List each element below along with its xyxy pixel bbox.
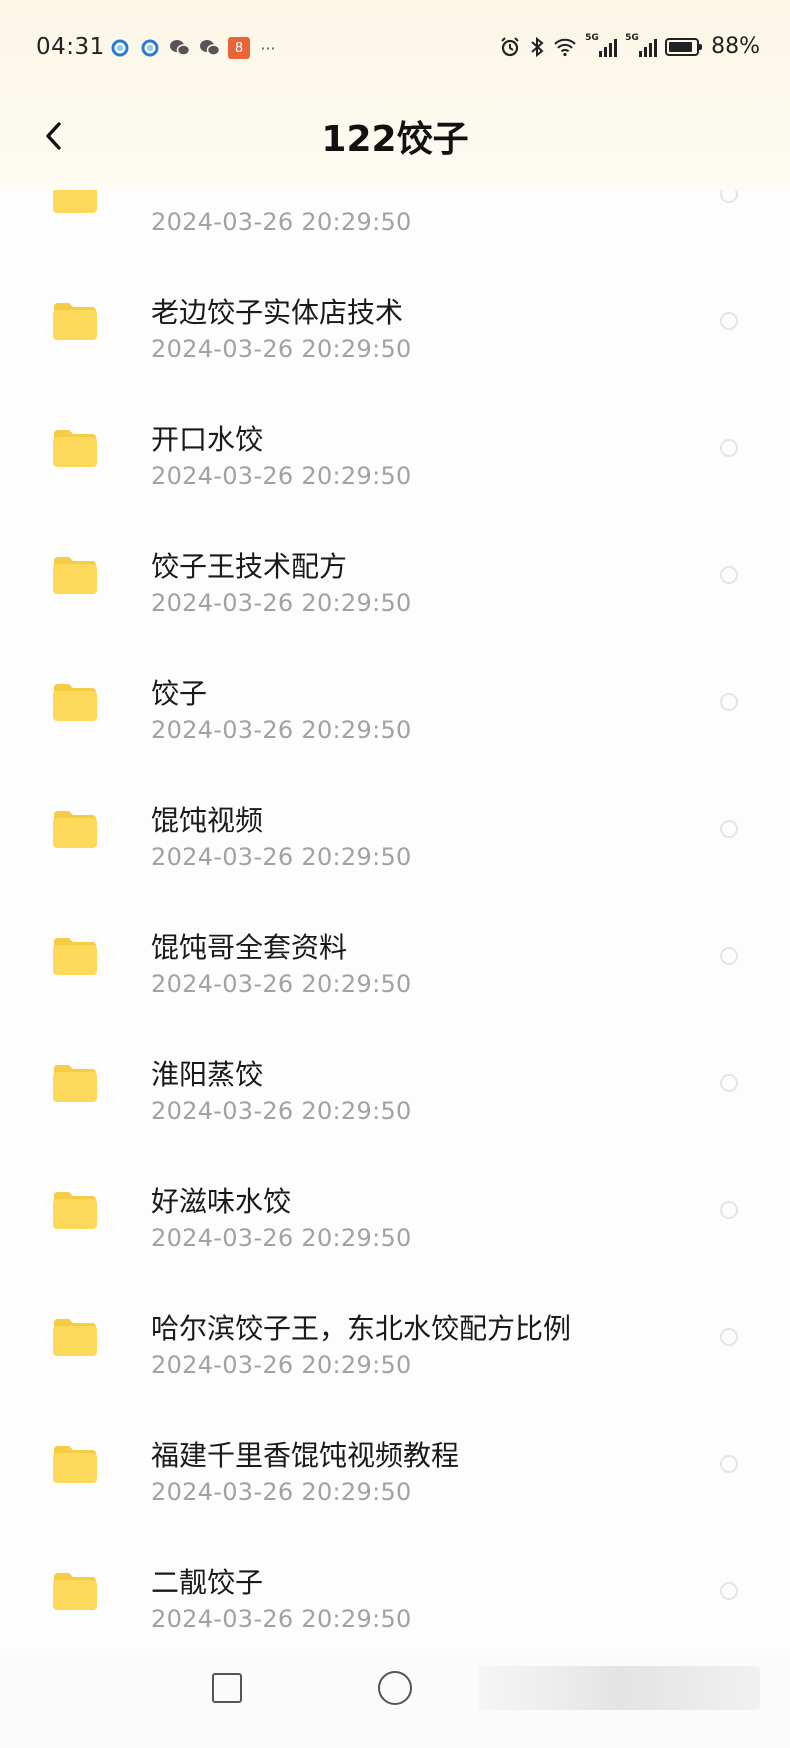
header: 122饺子 — [0, 100, 790, 180]
folder-icon — [53, 1446, 97, 1483]
folder-name: 老边饺子实体店技术 — [151, 296, 404, 329]
folder-item[interactable]: 开口水饺 2024-03-26 20:29:50 — [0, 384, 790, 511]
signal-icon: 5G — [585, 33, 618, 57]
folder-icon — [53, 303, 97, 340]
battery-level — [669, 41, 693, 52]
select-radio[interactable] — [720, 947, 738, 965]
folder-name: 馄饨视频 — [151, 804, 264, 837]
folder-date: 2024-03-26 20:29:50 — [151, 1351, 412, 1379]
status-time: 04:31 — [36, 34, 105, 60]
folder-date: 2024-03-26 20:29:50 — [151, 589, 412, 617]
select-radio[interactable] — [720, 1328, 738, 1346]
circle-notification-icon — [108, 36, 132, 60]
folder-icon — [53, 1192, 97, 1229]
folder-icon — [53, 811, 97, 848]
signal-icon: 5G — [625, 33, 658, 57]
folder-list[interactable]: 2024-03-26 20:29:50 老边饺子实体店技术 2024-03-26 2… — [0, 0, 790, 1650]
system-status-icons: 5G 5G 88% — [499, 33, 760, 59]
folder-item[interactable]: 馄饨哥全套资料 2024-03-26 20:29:50 — [0, 892, 790, 1019]
folder-icon — [53, 684, 97, 721]
select-radio[interactable] — [720, 820, 738, 838]
folder-item[interactable]: 好滋味水饺 2024-03-26 20:29:50 — [0, 1146, 790, 1273]
status-bar: 04:31 8 ··· 5G 5G 88% — [0, 0, 790, 100]
folder-name: 淮阳蒸饺 — [151, 1058, 264, 1091]
folder-date: 2024-03-26 20:29:50 — [151, 335, 412, 363]
folder-item[interactable]: 饺子 2024-03-26 20:29:50 — [0, 638, 790, 765]
wechat-icon — [198, 36, 222, 60]
select-radio[interactable] — [720, 1201, 738, 1219]
battery-icon — [665, 37, 703, 56]
more-icon: ··· — [260, 38, 276, 58]
folder-icon — [53, 1319, 97, 1356]
wechat-icon — [168, 36, 192, 60]
folder-item[interactable]: 福建千里香馄饨视频教程 2024-03-26 20:29:50 — [0, 1400, 790, 1527]
select-radio[interactable] — [720, 312, 738, 330]
folder-date: 2024-03-26 20:29:50 — [151, 208, 412, 236]
folder-item[interactable]: 淮阳蒸饺 2024-03-26 20:29:50 — [0, 1019, 790, 1146]
page-title: 122饺子 — [321, 119, 469, 160]
folder-name: 饺子王技术配方 — [151, 550, 348, 583]
folder-date: 2024-03-26 20:29:50 — [151, 1224, 412, 1252]
recent-apps-icon[interactable] — [212, 1673, 242, 1703]
folder-icon — [53, 430, 97, 467]
alarm-icon — [499, 36, 521, 58]
folder-date: 2024-03-26 20:29:50 — [151, 1478, 412, 1506]
blurred-region — [478, 1666, 760, 1710]
select-radio[interactable] — [720, 1582, 738, 1600]
folder-icon — [53, 1065, 97, 1102]
folder-date: 2024-03-26 20:29:50 — [151, 1097, 412, 1125]
folder-name: 二靓饺子 — [151, 1566, 264, 1599]
top-bar: 04:31 8 ··· 5G 5G 88% 122饺子 — [0, 0, 790, 190]
folder-name: 馄饨哥全套资料 — [151, 931, 348, 964]
wifi-icon — [553, 37, 577, 57]
select-radio[interactable] — [720, 693, 738, 711]
folder-icon — [53, 938, 97, 975]
folder-date: 2024-03-26 20:29:50 — [151, 462, 412, 490]
select-radio[interactable] — [720, 439, 738, 457]
app-notification-icon: 8 — [228, 37, 250, 59]
folder-date: 2024-03-26 20:29:50 — [151, 843, 412, 871]
home-icon[interactable] — [378, 1671, 412, 1705]
folder-name: 饺子 — [151, 677, 208, 710]
navigation-bar — [0, 1650, 790, 1748]
folder-item[interactable]: 馄饨视频 2024-03-26 20:29:50 — [0, 765, 790, 892]
folder-item[interactable]: 哈尔滨饺子王，东北水饺配方比例 2024-03-26 20:29:50 — [0, 1273, 790, 1400]
folder-item[interactable]: 老边饺子实体店技术 2024-03-26 20:29:50 — [0, 257, 790, 384]
circle-notification-icon — [138, 36, 162, 60]
folder-name: 福建千里香馄饨视频教程 — [151, 1439, 460, 1472]
notification-icons: 8 ··· — [108, 36, 280, 60]
bluetooth-icon — [529, 36, 545, 58]
select-radio[interactable] — [720, 1074, 738, 1092]
folder-name: 好滋味水饺 — [151, 1185, 292, 1218]
select-radio[interactable] — [720, 1455, 738, 1473]
folder-date: 2024-03-26 20:29:50 — [151, 716, 412, 744]
folder-item[interactable]: 二靓饺子 2024-03-26 20:29:50 — [0, 1527, 790, 1650]
folder-icon — [53, 557, 97, 594]
select-radio[interactable] — [720, 566, 738, 584]
folder-name: 哈尔滨饺子王，东北水饺配方比例 — [151, 1312, 572, 1345]
battery-percent: 88% — [711, 34, 760, 59]
folder-date: 2024-03-26 20:29:50 — [151, 970, 412, 998]
folder-item[interactable]: 饺子王技术配方 2024-03-26 20:29:50 — [0, 511, 790, 638]
folder-icon — [53, 1573, 97, 1610]
folder-name: 开口水饺 — [151, 423, 264, 456]
folder-date: 2024-03-26 20:29:50 — [151, 1605, 412, 1633]
